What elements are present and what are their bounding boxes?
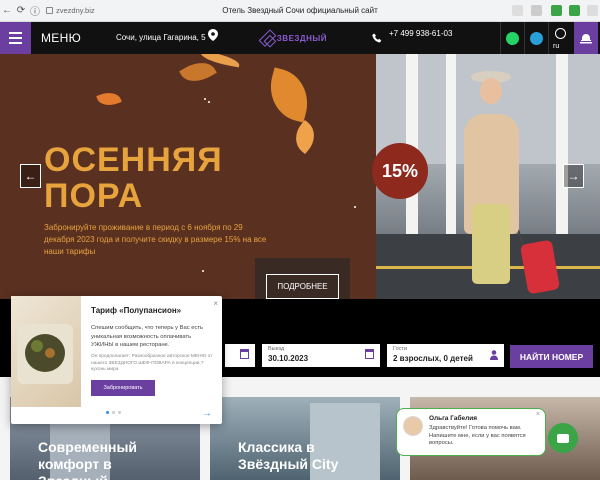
sparkle-decoration bbox=[354, 206, 356, 208]
extension-icon[interactable] bbox=[512, 5, 523, 16]
browser-chrome: ← ⟳ ⓘ zvezdny.biz Отель Звездный Сочи оф… bbox=[0, 0, 600, 22]
page: ← ⟳ ⓘ zvezdny.biz Отель Звездный Сочи оф… bbox=[0, 0, 600, 480]
popup-title: Тариф «Полупансион» bbox=[91, 306, 182, 315]
popup-pagination bbox=[106, 411, 121, 414]
hamburger-menu-button[interactable] bbox=[0, 22, 31, 54]
calendar-icon bbox=[365, 349, 374, 359]
hotel-card-city[interactable]: Классика в Звёздный City bbox=[210, 397, 400, 480]
chat-bubble-icon bbox=[557, 433, 569, 443]
reload-icon[interactable]: ⟳ bbox=[14, 5, 28, 16]
food-dish bbox=[31, 340, 43, 352]
popup-next-arrow-icon[interactable]: → bbox=[202, 408, 212, 419]
url-text: zvezdny.biz bbox=[56, 6, 95, 15]
telegram-icon bbox=[530, 31, 543, 45]
avatar bbox=[403, 416, 423, 436]
whatsapp-icon bbox=[506, 31, 519, 45]
hero-title-line1: ОСЕННЯЯ bbox=[44, 141, 223, 179]
chat-agent-name: Ольга Габелия bbox=[429, 415, 477, 422]
discount-badge: 15% bbox=[372, 143, 428, 199]
guests-field[interactable]: Гости 2 взрослых, 0 детей bbox=[387, 344, 504, 367]
bookmark-icon[interactable] bbox=[531, 5, 542, 16]
hero-title-line2: ПОРА bbox=[44, 177, 144, 215]
leaf-decoration bbox=[262, 67, 316, 123]
site-header: МЕНЮ Сочи, улица Гагарина, 5 ЗВЕЗДНЫЙ +7… bbox=[0, 22, 600, 54]
book-button[interactable]: Забронировать bbox=[91, 380, 155, 396]
checkout-field[interactable]: Выезд 30.10.2023 bbox=[262, 344, 380, 367]
hotel-card-caption: Классика в Звёздный City bbox=[238, 439, 339, 472]
hero-description: Забронируйте проживание в период с 6 ноя… bbox=[44, 223, 267, 256]
hero-slider: ОСЕННЯЯ ПОРА Забронируйте проживание в п… bbox=[0, 54, 600, 299]
pagination-dot[interactable] bbox=[112, 411, 115, 414]
popup-body: Спешим сообщить, что теперь у Вас есть у… bbox=[91, 325, 204, 348]
sparkle-decoration bbox=[204, 98, 206, 100]
extension-green-icon[interactable] bbox=[551, 5, 562, 16]
chat-open-button[interactable] bbox=[548, 423, 578, 453]
site-info-icon[interactable]: ⓘ bbox=[28, 3, 42, 18]
building-column bbox=[446, 54, 456, 234]
lock-icon bbox=[46, 7, 53, 14]
hero-title: ОСЕННЯЯ ПОРА bbox=[44, 142, 223, 214]
guest-user-icon bbox=[490, 350, 498, 360]
checkout-value: 30.10.2023 bbox=[268, 354, 309, 363]
checkout-label: Выезд bbox=[268, 346, 285, 352]
promo-popup: Тариф «Полупансион» Спешим сообщить, что… bbox=[11, 296, 222, 424]
site-logo[interactable]: ЗВЕЗДНЫЙ bbox=[258, 26, 327, 50]
phone-icon bbox=[372, 33, 382, 43]
address-bar[interactable]: zvezdny.biz bbox=[46, 6, 116, 15]
close-icon[interactable]: × bbox=[213, 299, 218, 308]
back-icon[interactable]: ← bbox=[0, 5, 14, 16]
whatsapp-button[interactable] bbox=[500, 22, 524, 54]
pagination-dot[interactable] bbox=[106, 411, 109, 414]
pagination-dot[interactable] bbox=[118, 411, 121, 414]
hotel-card-caption: Современный комфорт в Звездный bbox=[38, 439, 138, 480]
chat-message-bubble[interactable]: Ольга Габелия Здравствуйте! Готова помоч… bbox=[396, 408, 546, 456]
calendar-icon bbox=[240, 349, 249, 359]
logo-mark-icon bbox=[258, 29, 277, 47]
building-column bbox=[556, 54, 568, 234]
guests-value: 2 взрослых, 0 детей bbox=[393, 354, 473, 363]
bell-icon bbox=[580, 33, 592, 43]
leaf-decoration bbox=[288, 119, 322, 155]
sparkle-decoration bbox=[202, 270, 204, 272]
language-button[interactable] bbox=[548, 22, 572, 54]
chat-message-text: Здравствуйте! Готова помочь вам. Напишит… bbox=[429, 425, 526, 446]
language-code: ru bbox=[553, 43, 560, 50]
slider-prev-button[interactable]: ← bbox=[20, 164, 41, 188]
extension-badge-icon[interactable] bbox=[569, 5, 580, 16]
browser-menu-icon[interactable] bbox=[587, 5, 598, 16]
sparkle-decoration bbox=[208, 101, 210, 103]
find-room-button[interactable]: НАЙТИ НОМЕР bbox=[510, 345, 593, 368]
details-button[interactable]: ПОДРОБНЕЕ bbox=[266, 274, 339, 299]
telegram-button[interactable] bbox=[524, 22, 548, 54]
logo-text: ЗВЕЗДНЫЙ bbox=[276, 33, 327, 43]
hotel-address: Сочи, улица Гагарина, 5 bbox=[116, 33, 206, 42]
notifications-button[interactable] bbox=[574, 22, 598, 54]
map-pin-icon[interactable] bbox=[208, 29, 218, 41]
header-icons bbox=[500, 22, 598, 54]
guests-label: Гости bbox=[393, 346, 408, 352]
globe-icon bbox=[555, 28, 566, 39]
close-icon[interactable]: × bbox=[536, 411, 540, 418]
hero-cta-box: ПОДРОБНЕЕ bbox=[255, 258, 350, 299]
menu-label[interactable]: МЕНЮ bbox=[41, 31, 81, 45]
slider-next-button[interactable]: → bbox=[563, 164, 584, 188]
arrow-right-icon: → bbox=[567, 169, 580, 183]
food-dish bbox=[45, 348, 55, 358]
woman-head bbox=[480, 78, 502, 104]
phone-number[interactable]: +7 499 938-61-03 bbox=[389, 29, 452, 38]
food-image bbox=[11, 296, 81, 407]
checkin-field[interactable] bbox=[225, 344, 255, 367]
arrow-left-icon: ← bbox=[24, 169, 37, 183]
popup-small-text: Он предполагает: Разнообразное авторское… bbox=[91, 354, 213, 372]
woman-figure-legs bbox=[472, 204, 510, 284]
leaf-decoration bbox=[96, 88, 122, 110]
